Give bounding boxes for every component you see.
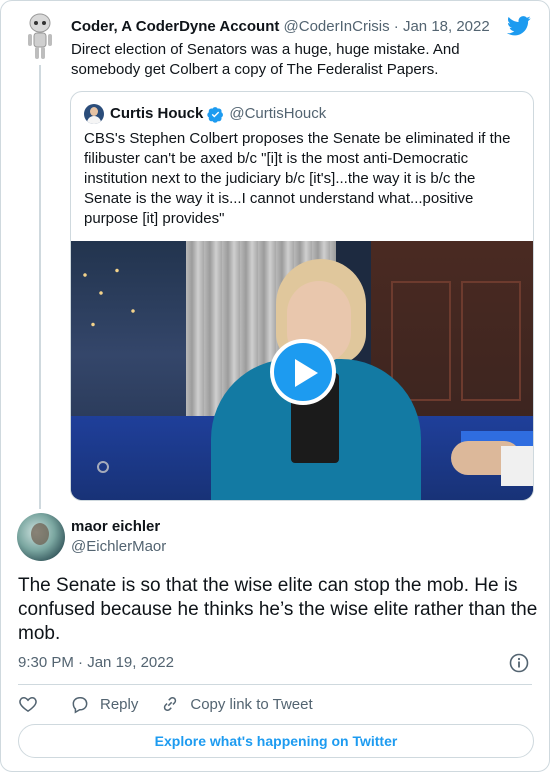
- like-button[interactable]: [18, 694, 38, 714]
- quoted-tweet-text: CBS's Stephen Colbert proposes the Senat…: [84, 130, 511, 227]
- parent-tweet-header: Coder, A CoderDyne Account @CoderInCrisi…: [71, 17, 490, 37]
- video-thumbnail[interactable]: [71, 241, 533, 500]
- explore-twitter-button[interactable]: Explore what's happening on Twitter: [18, 724, 534, 758]
- tweet-actions-bar: Reply Copy link to Tweet: [18, 693, 313, 715]
- main-author-handle[interactable]: @EichlerMaor: [71, 537, 166, 557]
- main-tweet-text: The Senate is so that the wise elite can…: [18, 575, 538, 644]
- quoted-author-handle[interactable]: @CurtisHouck: [229, 104, 326, 124]
- twitter-bird-icon[interactable]: [507, 15, 531, 37]
- info-icon[interactable]: [509, 653, 529, 673]
- tweet-meta-separator: ·: [78, 654, 84, 671]
- video-backdrop-city: [71, 241, 191, 431]
- reply-bubble-icon: [72, 697, 88, 714]
- copy-link-label[interactable]: Copy link to Tweet: [190, 696, 312, 713]
- tweet-embed-card: Coder, A CoderDyne Account @CoderInCrisi…: [0, 0, 550, 772]
- heart-icon: [19, 696, 37, 712]
- cbs-logo-icon: [97, 461, 109, 473]
- reply-button[interactable]: Reply: [70, 694, 138, 714]
- play-video-button[interactable]: [270, 339, 336, 405]
- parent-tweet-text: Direct election of Senators was a huge, …: [71, 41, 460, 78]
- parent-tweet-date[interactable]: Jan 18, 2022: [403, 18, 490, 35]
- tweet-date[interactable]: Jan 19, 2022: [87, 654, 174, 671]
- main-author-avatar[interactable]: [17, 513, 65, 561]
- parent-author-name[interactable]: Coder, A CoderDyne Account: [71, 18, 279, 35]
- parent-author-handle[interactable]: @CoderInCrisis: [284, 18, 390, 35]
- thread-connector-line: [39, 65, 41, 509]
- parent-separator: ·: [393, 18, 399, 35]
- copy-link-button[interactable]: Copy link to Tweet: [160, 694, 313, 714]
- reply-label[interactable]: Reply: [100, 696, 138, 713]
- quoted-tweet-header: Curtis Houck @CurtisHouck: [84, 104, 326, 124]
- quoted-author-name[interactable]: Curtis Houck: [110, 104, 203, 124]
- divider: [18, 684, 532, 685]
- robot-avatar[interactable]: [23, 13, 57, 61]
- main-author-name[interactable]: maor eichler: [71, 517, 160, 537]
- main-tweet-timestamp[interactable]: 9:30 PM · Jan 19, 2022: [18, 653, 174, 673]
- link-icon: [164, 696, 177, 712]
- tweet-time[interactable]: 9:30 PM: [18, 654, 74, 671]
- quoted-tweet[interactable]: Curtis Houck @CurtisHouck CBS's Stephen …: [70, 91, 534, 501]
- quoted-author-avatar[interactable]: [84, 104, 104, 124]
- verified-badge-icon: [207, 106, 224, 123]
